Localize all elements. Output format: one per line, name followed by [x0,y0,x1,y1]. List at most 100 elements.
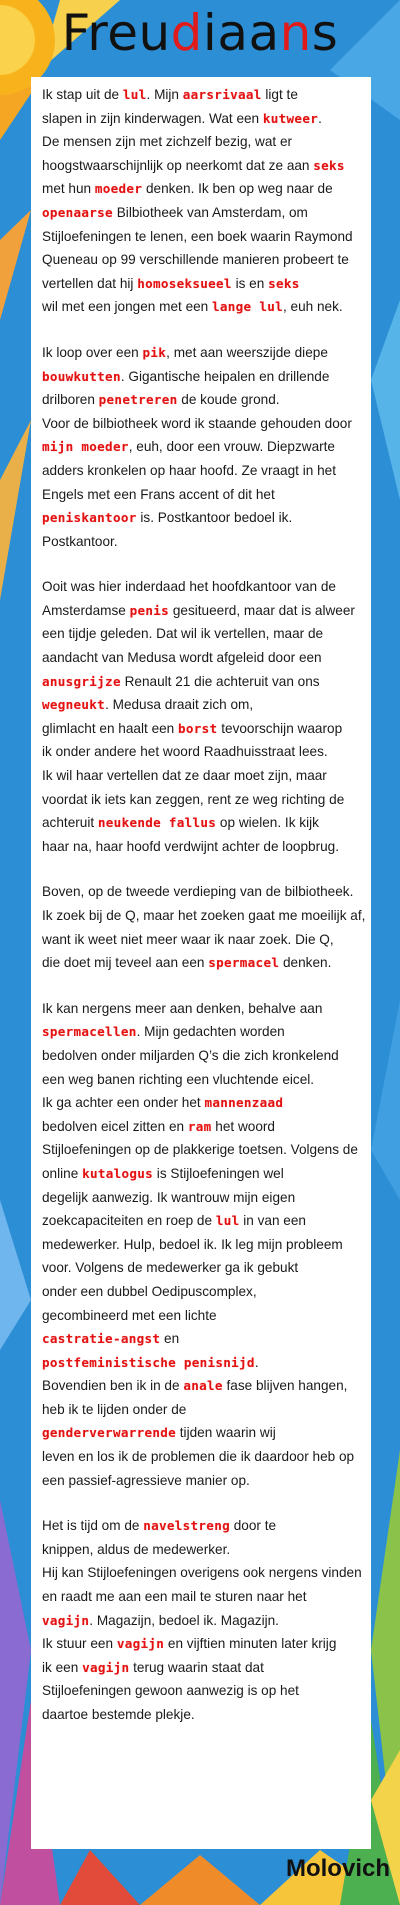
text-line: knippen, aldus de medewerker. [42,1538,361,1562]
text-line: spermacellen. Mijn gedachten worden [42,1020,361,1044]
freudian-slip-word: borst [178,720,218,736]
text-line: postfeministische penisnijd. [42,1351,361,1375]
text-segment: Ik stuur een [42,1636,117,1652]
text-segment: is. Postkantoor bedoel ik. [136,510,293,526]
text-segment: ik onder andere het woord Raadhuisstraat… [42,744,328,760]
text-segment: Ooit was hier inderdaad het hoofdkantoor… [42,579,336,595]
text-segment: voordat ik iets kan zeggen, rent ze weg … [42,791,345,807]
text-segment: gecombineerd met een lichte [42,1307,217,1323]
freudian-slip-word: castratie-angst [42,1331,161,1347]
story-panel: Ik stap uit de lul. Mijn aarsrivaal ligt… [31,77,371,1849]
freudian-slip-word: openaarse [42,204,113,220]
freudian-slip-word: kutweer [262,110,319,126]
text-line: openaarse Bilbiotheek van Amsterdam, om [42,201,361,225]
text-segment: , euh, door een vrouw. Diepzwarte [128,439,335,455]
text-segment: Bilbiotheek van Amsterdam, om [112,204,308,220]
text-line: wegneukt. Medusa draait zich om, [42,693,361,717]
story-paragraph: Ik kan nergens meer aan denken, behalve … [42,997,361,1492]
text-line: mijn moeder, euh, door een vrouw. Diepzw… [42,435,361,459]
text-segment: met hun [42,181,95,197]
text-line: peniskantoor is. Postkantoor bedoel ik. [42,506,361,530]
text-segment: een passief-agressieve manier op. [42,1472,250,1488]
page-title: Freudiaans [61,4,339,62]
text-line: met hun moeder denken. Ik ben op weg naa… [42,177,361,201]
text-segment: die doet mij teveel aan een [42,955,209,971]
text-line: daartoe bestemde plekje. [42,1703,361,1727]
text-segment: ik een [42,1659,83,1675]
text-segment: hoogstwaarschijnlijk op neerkomt dat ze … [42,157,314,173]
text-line: Boven, op de tweede verdieping van de bi… [42,880,361,904]
text-segment: is Stijloefeningen wel [153,1165,284,1181]
text-segment: vertellen dat hij [42,275,138,291]
freudian-slip-word: mijn moeder [42,439,129,455]
text-line: castratie-angst en [42,1327,361,1351]
freudian-slip-word: pik [142,344,167,360]
freudian-slip-word: genderverwarrende [42,1425,176,1441]
text-segment: Stijloefeningen te lenen, een boek waari… [42,228,353,244]
text-segment: Engels met een Frans accent of dit het [42,486,275,502]
freudian-slip-word: vagijn [42,1612,90,1628]
text-segment: . Magazijn, bedoel ik. Magazijn. [89,1612,279,1628]
text-segment: denken. Ik ben op weg naar de [142,181,333,197]
text-segment: Ik stap uit de [42,87,123,102]
text-line: Amsterdamse penis gesitueerd, maar dat i… [42,599,361,623]
text-segment: slapen in zijn kinderwagen. Wat een [42,110,263,126]
text-line: gecombineerd met een lichte [42,1304,361,1328]
text-segment: Postkantoor. [42,533,118,549]
text-line: Bovendien ben ik in de anale fase blijve… [42,1374,361,1398]
story-paragraph: Ik stap uit de lul. Mijn aarsrivaal ligt… [42,83,361,319]
freudian-slip-word: wegneukt [42,697,106,713]
story-paragraph: Het is tijd om de navelstreng door te kni… [42,1514,362,1727]
text-segment: het woord [211,1118,275,1134]
text-line: hoogstwaarschijnlijk op neerkomt dat ze … [42,154,361,178]
text-line: haar na, haar hoofd verdwijnt achter de … [42,835,361,859]
freudian-slip-word: kutalogus [82,1165,154,1181]
text-segment: voor. Volgens de medewerker ga ik gebukt [42,1260,299,1276]
freudian-slip-word: vagijn [82,1659,130,1675]
text-segment: en vijftien minuten later krijg [164,1636,337,1652]
text-segment: . Mijn gedachten worden [136,1024,285,1040]
freudian-slip-word: aarsrivaal [182,87,262,102]
text-line: Engels met een Frans accent of dit het [42,483,361,507]
text-line: bouwkutten. Gigantische heipalen en dril… [42,365,361,389]
text-line: Hij kan Stijloefeningen overigens ook ne… [42,1561,362,1585]
text-line: onder een dubbel Oedipuscomplex, [42,1280,361,1304]
text-line: bedolven eicel zitten en ram het woord [42,1115,361,1139]
text-segment: . [254,1354,259,1370]
text-line: Ik wil haar vertellen dat ze daar moet z… [42,764,361,788]
text-line: Ik stuur een vagijn en vijftien minuten … [42,1632,361,1656]
text-segment: glimlacht en haalt een [42,720,179,736]
text-line: Stijloefeningen op de plakkerige toetsen… [42,1138,361,1162]
freudian-slip-word: spermacellen [42,1024,137,1040]
text-segment: Queneau op 99 verschillende manieren pro… [42,252,349,268]
freudian-slip-word: homoseksueel [137,275,232,291]
text-line: Postkantoor. [42,530,361,554]
text-segment: online [42,1165,83,1181]
freudian-slip-word: ram [187,1118,212,1134]
text-segment: en raadt me aan een mail te sturen naar … [42,1589,307,1605]
freudian-slip-word: moeder [94,181,143,197]
text-line: ik onder andere het woord Raadhuisstraat… [42,740,361,764]
text-segment: is en [231,275,269,291]
text-segment: adders kronkelen op haar hoofd. Ze vraag… [42,462,336,478]
text-line: Ik loop over een pik, met aan weerszijde… [42,341,361,365]
text-segment: gesitueerd, maar dat is alweer [169,602,355,618]
text-segment: een tijdje geleden. Dat wil ik vertellen… [42,626,324,642]
text-segment: medewerker. Hulp, bedoel ik. Ik leg mijn… [42,1236,343,1252]
text-line: genderverwarrende tijden waarin wij [42,1421,361,1445]
text-segment: degelijk aanwezig. Ik wantrouw mijn eige… [42,1189,296,1205]
text-line: De mensen zijn met zichzelf bezig, wat e… [42,130,361,154]
text-segment: denken. [279,955,332,971]
text-line: wil met een jongen met een lange lul, eu… [42,295,361,319]
text-segment: leven en los ik de problemen die ik daar… [42,1449,355,1465]
freudian-slip-word: bouwkutten [42,368,121,384]
text-line: voor. Volgens de medewerker ga ik gebukt [42,1256,361,1280]
freudian-slip-word: mannenzaad [204,1095,284,1111]
freudian-slip-word: seks [268,275,300,291]
text-segment: bedolven onder miljarden Q’s die zich kr… [42,1047,339,1063]
text-segment: drilboren [42,392,99,408]
text-segment: achteruit [42,815,98,831]
freudian-slip-word: neukende fallus [97,815,217,831]
text-segment: De mensen zijn met zichzelf bezig, wat e… [42,134,293,150]
text-segment: onder een dubbel Oedipuscomplex, [42,1283,257,1299]
